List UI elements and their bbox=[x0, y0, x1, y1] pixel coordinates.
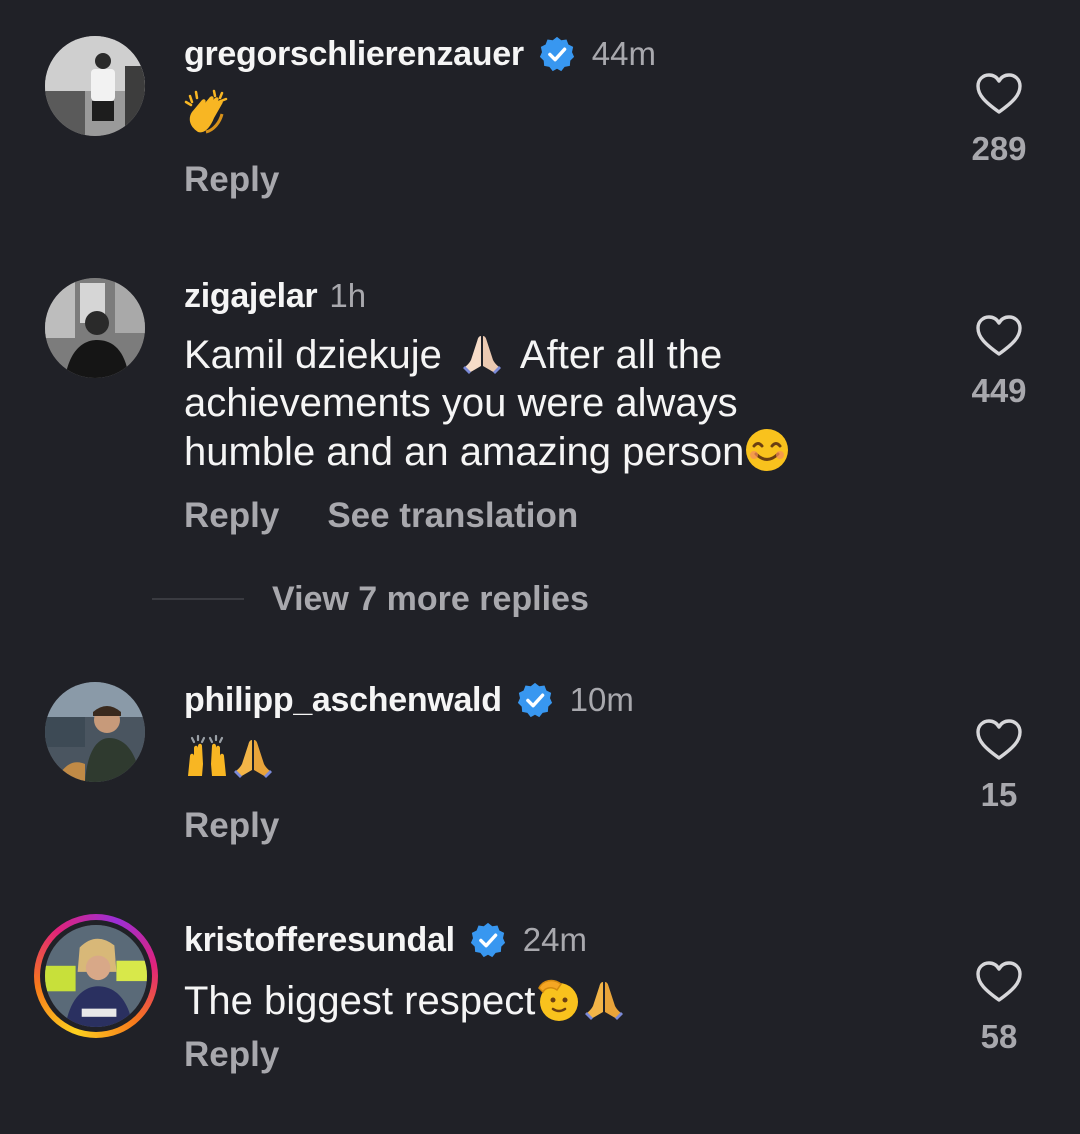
comment-text: The biggest respect bbox=[184, 976, 904, 1025]
heart-icon[interactable] bbox=[975, 718, 1023, 762]
like-group: 58 bbox=[964, 960, 1034, 1056]
comment-text-part: achievements you were always bbox=[184, 381, 738, 425]
folded-hands-icon bbox=[459, 330, 505, 376]
comment-username[interactable]: kristofferesundal bbox=[184, 921, 455, 960]
reply-button[interactable]: Reply bbox=[184, 806, 279, 846]
comment-text: Kamil dziekuje After all the achievement… bbox=[184, 330, 904, 476]
comment-username[interactable]: zigajelar bbox=[184, 277, 318, 316]
avatar-photo-icon bbox=[45, 36, 145, 136]
like-group: 289 bbox=[964, 72, 1034, 168]
avatar-photo-icon bbox=[45, 278, 145, 378]
avatar[interactable] bbox=[45, 278, 145, 378]
saluting-face-icon bbox=[538, 979, 579, 1021]
heart-icon[interactable] bbox=[975, 72, 1023, 116]
verified-badge-icon bbox=[469, 921, 507, 959]
comment-text bbox=[184, 734, 904, 780]
reply-button[interactable]: Reply bbox=[184, 1035, 279, 1075]
comment-username[interactable]: philipp_aschenwald bbox=[184, 681, 502, 720]
comment-timestamp: 10m bbox=[569, 681, 634, 718]
reply-button[interactable]: Reply bbox=[184, 160, 279, 200]
comment-timestamp: 24m bbox=[522, 921, 587, 958]
comment-text-part: Kamil dziekuje bbox=[184, 333, 442, 377]
verified-badge-icon bbox=[516, 681, 554, 719]
heart-icon[interactable] bbox=[975, 314, 1023, 358]
comment-username[interactable]: gregorschlierenzauer bbox=[184, 35, 524, 74]
avatar-photo-icon bbox=[45, 682, 145, 782]
comment-text-part: After all the bbox=[511, 333, 723, 377]
comment-text bbox=[184, 88, 904, 134]
smiling-face-icon bbox=[746, 429, 789, 471]
like-count: 449 bbox=[971, 372, 1027, 409]
reply-button[interactable]: Reply bbox=[184, 496, 279, 536]
folded-hands-icon bbox=[230, 734, 276, 780]
story-ring-avatar[interactable] bbox=[34, 914, 158, 1038]
heart-icon[interactable] bbox=[975, 960, 1023, 1004]
folded-hands-icon bbox=[581, 976, 627, 1022]
comment-timestamp: 44m bbox=[591, 35, 656, 72]
like-count: 289 bbox=[971, 130, 1027, 167]
verified-badge-icon bbox=[538, 35, 576, 73]
like-group: 15 bbox=[964, 718, 1034, 814]
view-more-replies-label[interactable]: View 7 more replies bbox=[272, 580, 589, 619]
clapping-hands-icon bbox=[184, 89, 228, 134]
like-count: 15 bbox=[980, 776, 1018, 813]
avatar-photo-icon bbox=[45, 925, 147, 1027]
raising-hands-icon bbox=[188, 734, 226, 776]
avatar[interactable] bbox=[45, 682, 145, 782]
comment-timestamp: 1h bbox=[329, 277, 367, 314]
avatar[interactable] bbox=[45, 36, 145, 136]
like-group: 449 bbox=[964, 314, 1034, 410]
see-translation-link[interactable]: See translation bbox=[327, 496, 578, 536]
view-more-replies[interactable]: View 7 more replies bbox=[152, 574, 589, 624]
divider bbox=[152, 598, 244, 600]
like-count: 58 bbox=[980, 1018, 1018, 1055]
comment-text-part: The biggest respect bbox=[184, 979, 536, 1023]
comment-text-part: humble and an amazing person bbox=[184, 430, 745, 474]
